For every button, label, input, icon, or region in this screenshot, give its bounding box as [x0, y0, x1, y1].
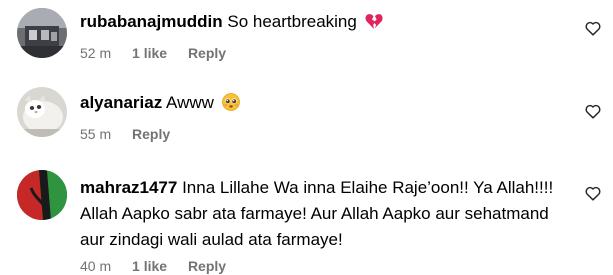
comment-text-line: alyanariaz Awww: [80, 90, 580, 119]
comment-text: Inna Lillahe Wa inna Elaihe Raje’oon!! Y…: [182, 178, 554, 197]
heart-outline-icon[interactable]: [585, 21, 601, 37]
comment-text-line: Allah Aapko sabr ata farmaye! Aur Allah …: [80, 204, 549, 223]
comment-text-line: rubabanajmuddin So heartbreaking: [80, 9, 580, 38]
comment-text: Awww: [166, 93, 214, 112]
comment-like-count[interactable]: 1 like: [132, 44, 167, 62]
comment-text-line: mahraz1477 Inna Lillahe Wa inna Elaihe R…: [80, 175, 580, 201]
pleading-face-icon: [221, 93, 240, 119]
comment-username[interactable]: alyanariaz: [80, 93, 162, 112]
comment-timestamp[interactable]: 40 m: [80, 257, 111, 275]
comment-meta: 40 m 1 like Reply: [80, 257, 580, 275]
avatar[interactable]: [17, 87, 67, 137]
heart-outline-icon[interactable]: [585, 186, 601, 202]
comment-text: So heartbreaking: [227, 12, 357, 31]
comment-body: rubabanajmuddin So heartbreaking 52 m 1 …: [80, 9, 580, 62]
heart-outline-icon[interactable]: [585, 104, 601, 120]
reply-button[interactable]: Reply: [188, 44, 226, 62]
broken-heart-icon: [365, 12, 383, 38]
comment-like-count[interactable]: 1 like: [132, 257, 167, 275]
comment-timestamp[interactable]: 55 m: [80, 125, 111, 143]
comment-meta: 52 m 1 like Reply: [80, 44, 580, 62]
reply-button[interactable]: Reply: [132, 125, 170, 143]
comment-timestamp[interactable]: 52 m: [80, 44, 111, 62]
comment-text-line: aur zindagi wali aulad ata farmaye!: [80, 230, 343, 249]
comment-username[interactable]: mahraz1477: [80, 178, 177, 197]
comment-body: mahraz1477 Inna Lillahe Wa inna Elaihe R…: [80, 175, 580, 275]
comment-meta: 55 m Reply: [80, 125, 580, 143]
avatar[interactable]: [17, 8, 67, 58]
comment-body: alyanariaz Awww 55 m Reply: [80, 90, 580, 143]
comment-username[interactable]: rubabanajmuddin: [80, 12, 223, 31]
reply-button[interactable]: Reply: [188, 257, 226, 275]
avatar[interactable]: [17, 170, 67, 220]
